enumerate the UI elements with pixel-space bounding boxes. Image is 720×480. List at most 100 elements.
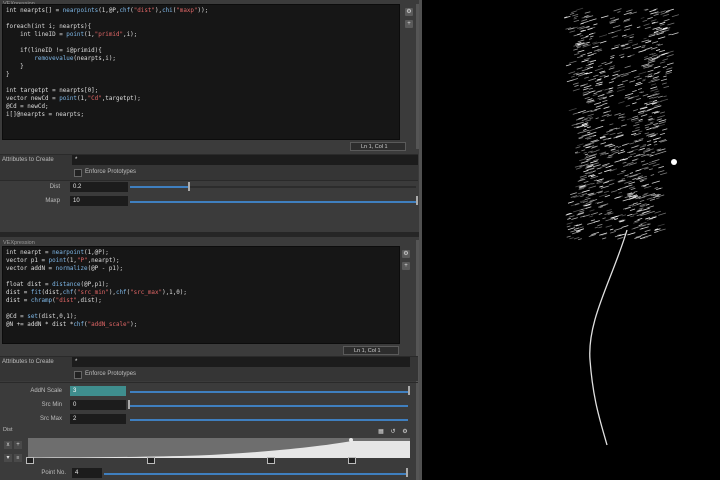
dist-slider-handle[interactable] xyxy=(188,182,190,191)
ramp-key-3[interactable] xyxy=(267,457,275,464)
code-token: vector p1 = xyxy=(6,258,49,264)
point-no-slider-handle[interactable] xyxy=(406,468,408,477)
gear-icon[interactable]: ⚙ xyxy=(405,8,413,16)
code-token: chf xyxy=(115,290,127,296)
dist-slider-fill xyxy=(130,186,188,188)
ramp-key-4[interactable] xyxy=(348,457,356,464)
code-token: "dist" xyxy=(133,8,155,14)
code-token: if(lineID != i@primid){ xyxy=(6,48,102,54)
3d-viewport[interactable] xyxy=(422,0,720,480)
cursor-status: Ln 1, Col 1 xyxy=(343,346,399,355)
code-token: int targetpt = nearpts[0]; xyxy=(6,88,99,94)
ramp-reset-icon[interactable]: ↺ xyxy=(389,428,397,436)
attributes-field[interactable]: * xyxy=(72,357,410,367)
code-token: point xyxy=(66,32,85,38)
code-token: @Cd = xyxy=(6,314,28,320)
code-line: int nearpt = nearpoint(1,@P); xyxy=(3,249,399,257)
code-token: distance xyxy=(52,282,81,288)
code-token: )); xyxy=(197,8,209,14)
src-max-label: Src Max xyxy=(39,416,62,422)
attributes-label: Attributes to Create xyxy=(2,157,54,163)
code-token: ,i); xyxy=(123,32,138,38)
code-token: "src_min" xyxy=(76,290,109,296)
code-line: int nearpts[] = nearpoints(1,@P,chf("dis… xyxy=(3,7,399,15)
tornado-point-cloud xyxy=(564,7,680,446)
ramp-mode-icon[interactable]: ≡ xyxy=(14,454,22,462)
vex-code-editor-top[interactable]: int nearpts[] = nearpoints(1,@P,chf("dis… xyxy=(2,4,400,140)
code-token: (dist, xyxy=(41,290,63,296)
code-token: ), xyxy=(108,290,116,296)
ramp-key-1[interactable] xyxy=(26,457,34,464)
src-max-slider-track[interactable] xyxy=(130,419,408,421)
code-line: } xyxy=(3,71,399,79)
code-token: chf xyxy=(73,322,85,328)
divider xyxy=(0,382,418,383)
code-line: int lineID = point(1,"primid",i); xyxy=(3,31,399,39)
point-no-field[interactable]: 4 xyxy=(72,468,102,478)
code-line: } xyxy=(3,63,399,71)
enforce-prototypes-label: Enforce Prototypes xyxy=(85,169,137,175)
gear-icon[interactable]: ⚙ xyxy=(401,428,409,436)
point-no-slider-track[interactable] xyxy=(104,473,406,475)
code-line: @N += addN * dist *chf("addN_scale"); xyxy=(3,321,399,329)
attributes-field[interactable]: * xyxy=(72,155,418,165)
code-token: foreach(int i; nearpts){ xyxy=(6,24,92,30)
enforce-prototypes-checkbox[interactable] xyxy=(74,371,82,379)
dist-field[interactable]: 0.2 xyxy=(70,182,128,192)
add-preset-icon[interactable]: + xyxy=(405,20,413,28)
remove-key-button[interactable]: x xyxy=(4,441,12,449)
code-token: } xyxy=(6,64,24,70)
code-token: (1, xyxy=(84,32,95,38)
code-token: chf xyxy=(119,8,131,14)
addn-scale-slider-handle[interactable] xyxy=(408,386,410,395)
code-token: (1, xyxy=(66,258,77,264)
expand-ramp-button[interactable]: ▾ xyxy=(4,454,12,462)
code-token: "P" xyxy=(76,258,88,264)
maxp-field[interactable]: 10 xyxy=(70,196,128,206)
ramp-key-2[interactable] xyxy=(147,457,155,464)
code-token: (dist,0,1); xyxy=(37,314,77,320)
code-line: i[]@nearpts = nearpts; xyxy=(3,111,399,119)
code-token: dist = xyxy=(6,290,31,296)
code-token: int lineID = xyxy=(6,32,67,38)
code-token: } xyxy=(6,72,10,78)
code-token: (nearpts,i); xyxy=(73,56,116,62)
src-min-field[interactable]: 0 xyxy=(70,400,126,410)
code-line: foreach(int i; nearpts){ xyxy=(3,23,399,31)
code-token: ); xyxy=(130,322,138,328)
maxp-slider-track[interactable] xyxy=(130,201,416,203)
code-token: int nearpt = xyxy=(6,250,53,256)
src-min-slider-track[interactable] xyxy=(130,405,408,407)
ramp-preset-icon[interactable]: ▦ xyxy=(377,428,385,436)
code-token: @N += addN * dist * xyxy=(6,322,74,328)
code-token: int nearpts[] = xyxy=(6,8,63,14)
code-token: ), xyxy=(154,8,163,14)
code-token: ,targetpt); xyxy=(101,96,141,102)
code-token: fit xyxy=(30,290,42,296)
add-preset-icon[interactable]: + xyxy=(402,262,410,270)
code-line: removevalue(nearpts,i); xyxy=(3,55,399,63)
addn-scale-slider-track[interactable] xyxy=(130,391,408,393)
maxp-slider-handle[interactable] xyxy=(416,196,418,205)
code-token: "maxp" xyxy=(176,8,198,14)
gear-icon[interactable]: ⚙ xyxy=(402,250,410,258)
code-token: float dist = xyxy=(6,282,53,288)
code-line: vector newCd = point(1,"Cd",targetpt); xyxy=(3,95,399,103)
code-token: (@P - p1); xyxy=(87,266,124,272)
code-line: if(lineID != i@primid){ xyxy=(3,47,399,55)
code-token: vector newCd = xyxy=(6,96,60,102)
ramp-point[interactable] xyxy=(349,438,353,442)
code-token: point xyxy=(48,258,67,264)
code-line: @Cd = newCd; xyxy=(3,103,399,111)
code-token: ,nearpt); xyxy=(87,258,120,264)
add-key-button[interactable]: + xyxy=(14,441,22,449)
addn-scale-field[interactable]: 3 xyxy=(70,386,126,396)
enforce-prototypes-checkbox[interactable] xyxy=(74,169,82,177)
src-min-slider-handle[interactable] xyxy=(128,400,130,409)
code-token: "addN_scale" xyxy=(87,322,131,328)
src-max-field[interactable]: 2 xyxy=(70,414,126,424)
vex-code-editor-bottom[interactable]: int nearpt = nearpoint(1,@P); vector p1 =… xyxy=(2,246,400,344)
code-token: (@P,p1); xyxy=(80,282,109,288)
